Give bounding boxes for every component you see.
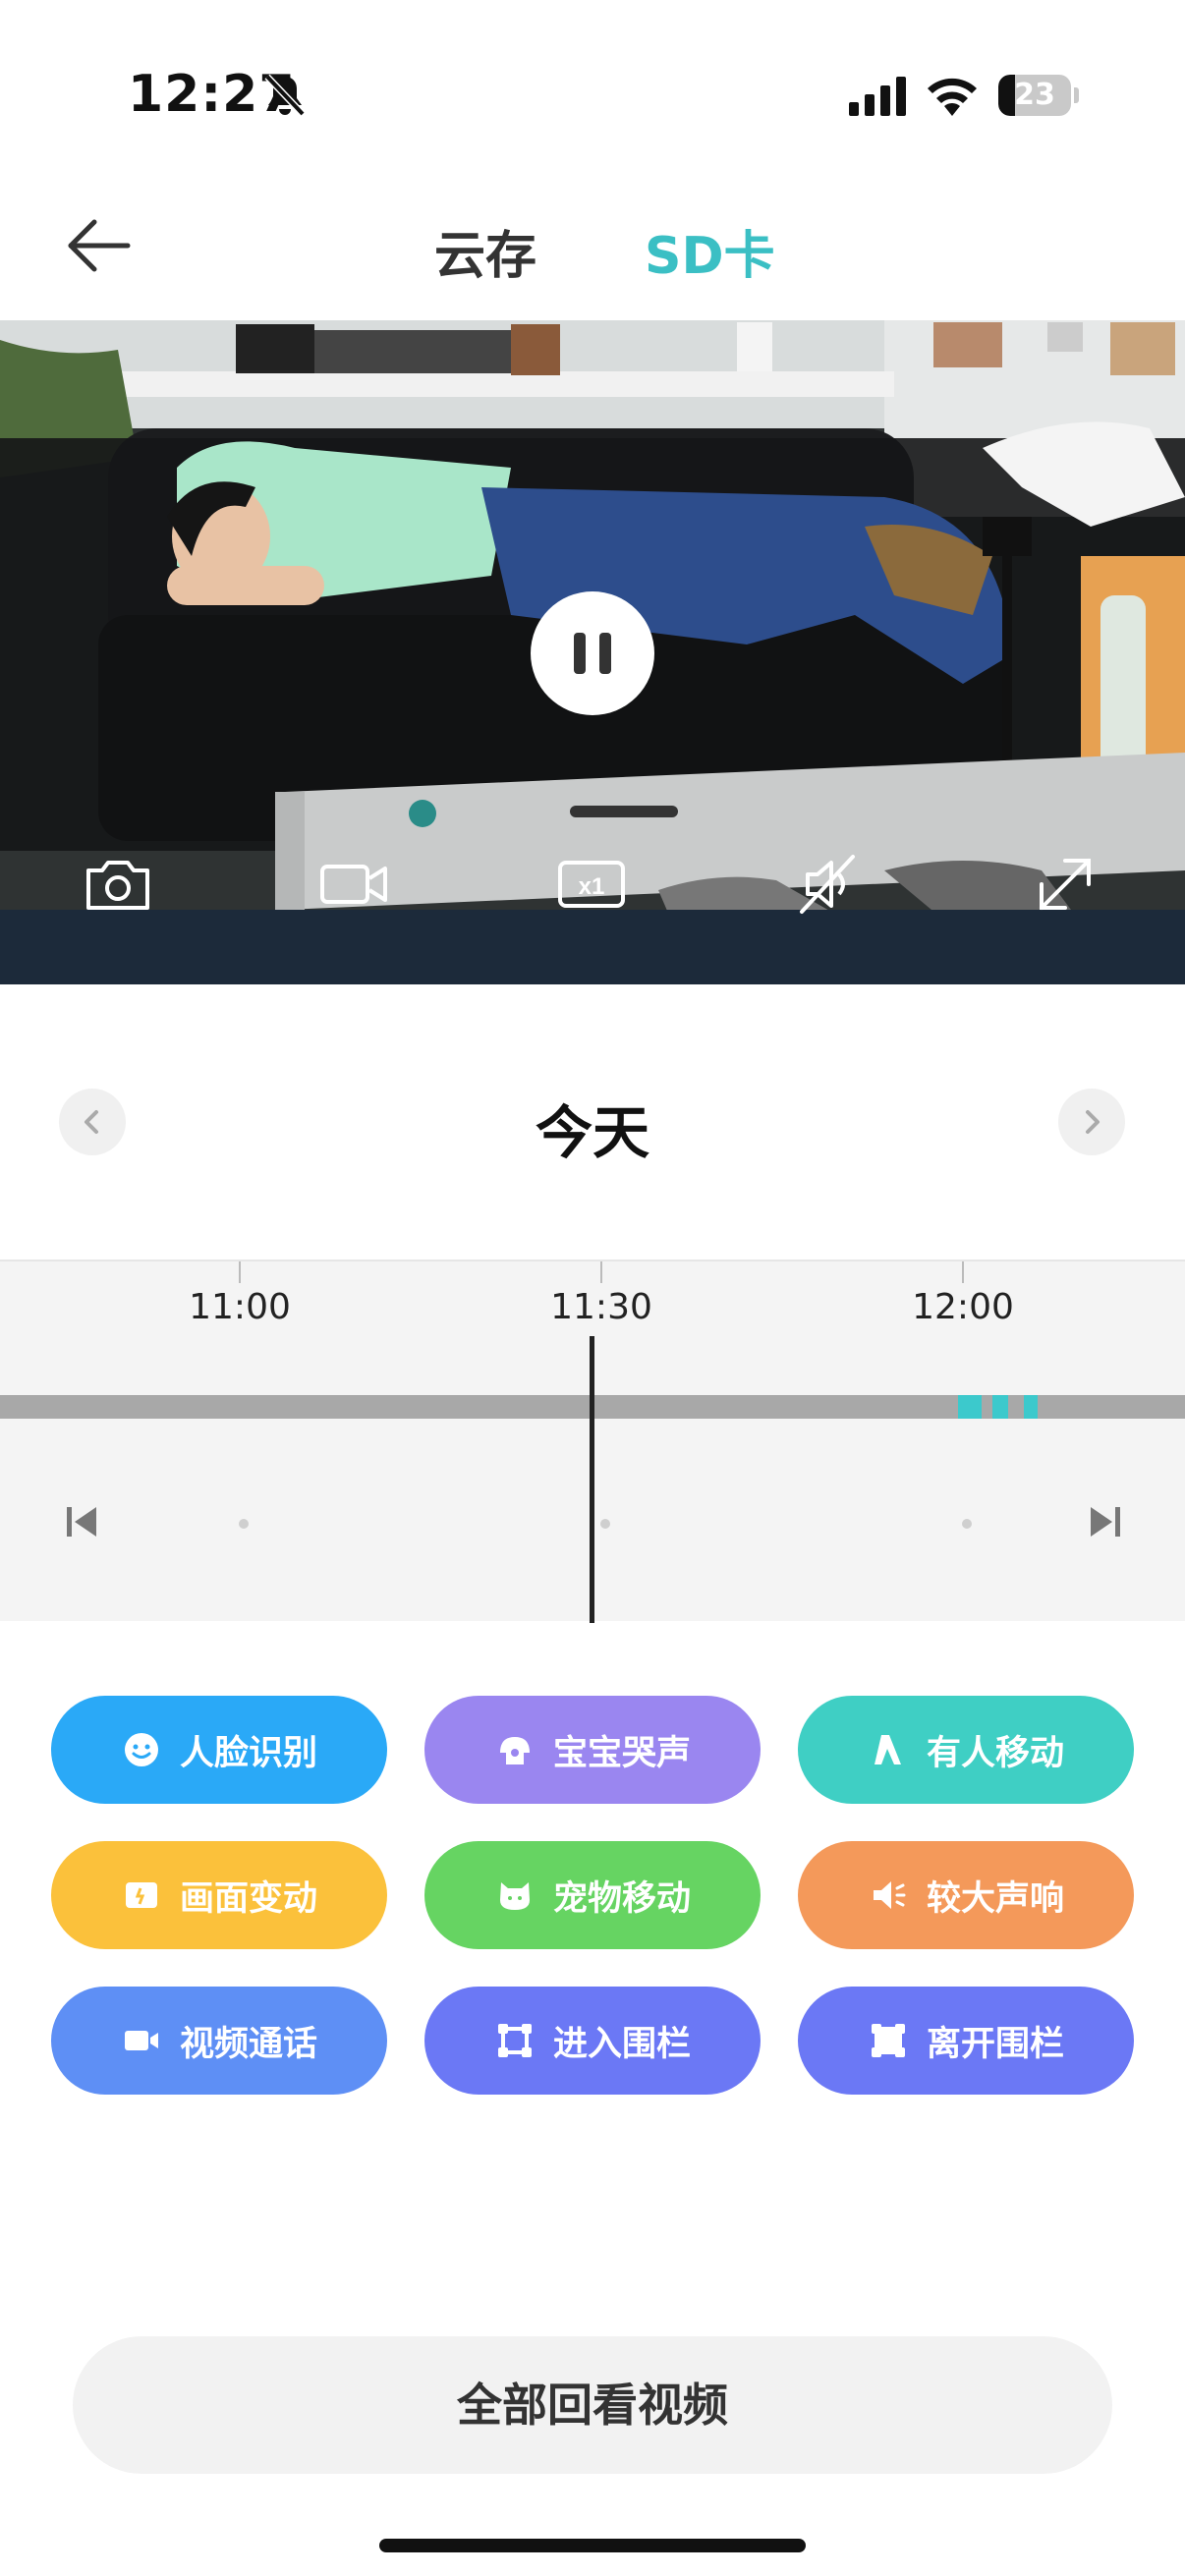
bell-muted-icon <box>264 74 306 117</box>
timeline-label: 11:00 <box>189 1287 291 1327</box>
timeline-label: 12:00 <box>912 1287 1014 1327</box>
header: 云存 SD卡 <box>0 177 1185 314</box>
back-arrow-icon[interactable] <box>59 206 138 285</box>
filter-label: 宠物移动 <box>552 1878 691 1919</box>
record-icon[interactable] <box>314 845 393 924</box>
filter-leave-fence[interactable]: 离开围栏 <box>798 1987 1134 2095</box>
filter-label: 视频通话 <box>179 2024 317 2064</box>
filter-label: 离开围栏 <box>926 2024 1064 2064</box>
camera-icon[interactable] <box>79 845 157 924</box>
timeline-tick <box>962 1261 964 1283</box>
home-indicator[interactable] <box>379 2539 806 2552</box>
status-bar: 12:27 23 <box>0 0 1185 167</box>
signal-icon <box>849 77 906 116</box>
filter-label: 进入围栏 <box>552 2024 691 2064</box>
battery-icon: 23 <box>998 75 1079 116</box>
tab-sd-card[interactable]: SD卡 <box>645 214 775 288</box>
filter-label: 宝宝哭声 <box>552 1733 691 1773</box>
filter-video-call[interactable]: 视频通话 <box>51 1987 387 2095</box>
all-videos-button[interactable]: 全部回看视频 <box>73 2336 1112 2474</box>
picture-change-icon <box>125 1882 157 1908</box>
timeline-cursor[interactable] <box>590 1336 594 1623</box>
filter-picture-change[interactable]: 画面变动 <box>51 1841 387 1949</box>
fullscreen-icon[interactable] <box>1026 845 1104 924</box>
video-call-icon <box>124 2031 158 2050</box>
mute-icon[interactable] <box>788 845 867 924</box>
filter-loud-sound[interactable]: 较大声响 <box>798 1841 1134 1949</box>
timeline-tick <box>600 1261 602 1283</box>
timeline-dot <box>239 1519 249 1529</box>
pet-icon <box>499 1882 530 1910</box>
timeline-dot <box>600 1519 610 1529</box>
timeline[interactable]: 11:00 11:30 12:00 <box>0 1260 1185 1623</box>
video-player[interactable]: x1 <box>0 320 1185 984</box>
svg-text:x1: x1 <box>579 873 605 900</box>
face-icon <box>124 1733 158 1766</box>
timeline-label: 11:30 <box>550 1287 652 1327</box>
person-walk-icon <box>874 1735 901 1764</box>
date-title: 今天 <box>535 1099 649 1166</box>
filter-pet-movement[interactable]: 宠物移动 <box>424 1841 761 1949</box>
filter-person-movement[interactable]: 有人移动 <box>798 1696 1134 1804</box>
speaker-icon <box>873 1881 906 1909</box>
pause-button[interactable] <box>531 591 654 715</box>
speed-x1-icon[interactable]: x1 <box>552 845 631 924</box>
filter-enter-fence[interactable]: 进入围栏 <box>424 1987 761 2095</box>
skip-to-end-icon[interactable] <box>1079 1497 1128 1546</box>
filter-baby-cry[interactable]: 宝宝哭声 <box>424 1696 761 1804</box>
recorded-segment[interactable] <box>992 1395 1008 1419</box>
fence-enter-icon <box>497 2024 532 2057</box>
filter-label: 较大声响 <box>926 1878 1064 1919</box>
filter-face-recognition[interactable]: 人脸识别 <box>51 1696 387 1804</box>
next-day-button[interactable] <box>1058 1089 1125 1155</box>
filter-label: 画面变动 <box>179 1878 317 1919</box>
tab-cloud[interactable]: 云存 <box>434 214 536 288</box>
timeline-tick <box>239 1261 241 1283</box>
wifi-icon <box>928 78 977 116</box>
filter-label: 人脸识别 <box>179 1733 317 1773</box>
battery-level: 23 <box>1014 78 1055 112</box>
timeline-dot <box>962 1519 972 1529</box>
skip-to-start-icon[interactable] <box>59 1497 108 1546</box>
fence-exit-icon <box>871 2024 905 2057</box>
recorded-segment[interactable] <box>1024 1395 1038 1419</box>
filter-label: 有人移动 <box>926 1733 1064 1773</box>
recorded-segment[interactable] <box>958 1395 982 1419</box>
baby-icon <box>499 1737 530 1764</box>
